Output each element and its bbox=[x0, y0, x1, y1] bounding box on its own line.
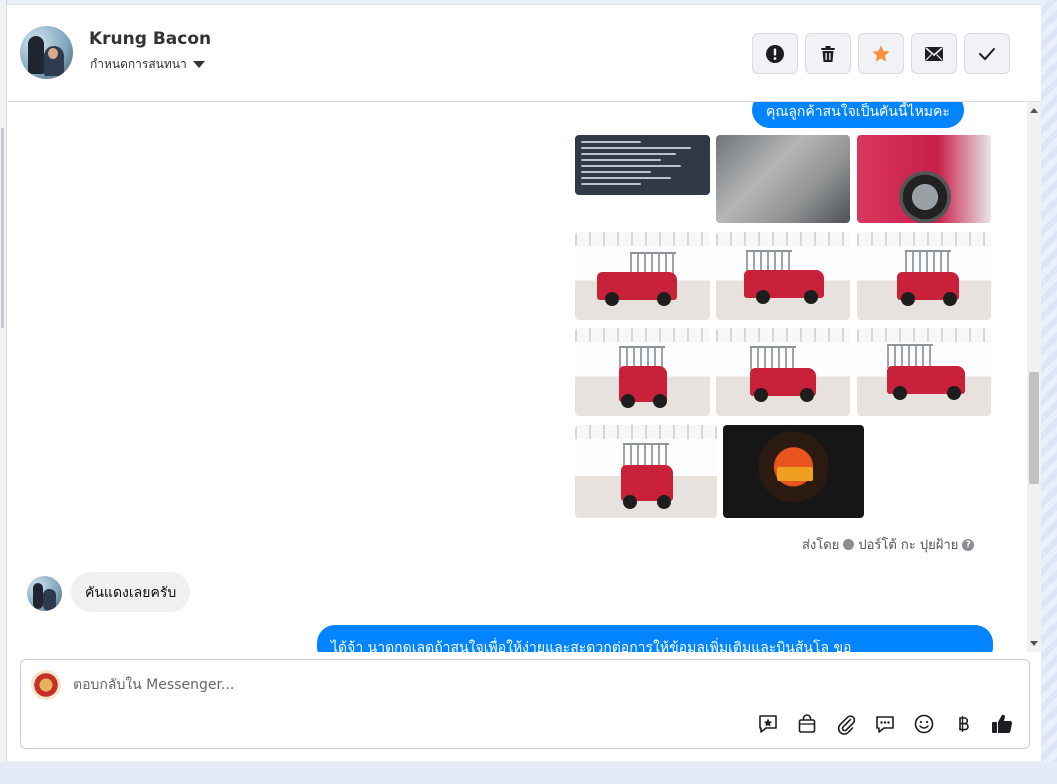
photo-truck-rear-angle[interactable] bbox=[857, 232, 991, 320]
emoji-button[interactable] bbox=[912, 712, 936, 736]
assign-conversation-dropdown[interactable]: กำหนดการสนทนา bbox=[90, 55, 205, 74]
outgoing-message[interactable]: ได้จ้า นาดกดเลดถ้าสนใจเพื่อให้ง่ายและสะด… bbox=[317, 625, 993, 652]
scroll-down-arrow-icon[interactable] bbox=[1030, 641, 1038, 646]
photo-truck-front-3q[interactable] bbox=[857, 328, 991, 416]
delete-button[interactable] bbox=[805, 33, 851, 74]
thread-scrollbar[interactable] bbox=[1027, 102, 1041, 652]
verified-icon bbox=[843, 539, 855, 550]
trash-icon bbox=[821, 45, 835, 62]
incoming-message[interactable]: คันแดงเลยครับ bbox=[71, 572, 191, 612]
shop-button[interactable] bbox=[795, 712, 819, 736]
mark-unread-button[interactable] bbox=[911, 33, 957, 74]
saved-reply-icon bbox=[759, 715, 777, 733]
exclamation-icon bbox=[766, 44, 784, 63]
contact-name[interactable]: Krung Bacon bbox=[89, 29, 211, 49]
like-button[interactable] bbox=[990, 712, 1014, 736]
emoji-icon bbox=[914, 714, 934, 734]
reply-composer bbox=[20, 659, 1030, 749]
sent-by-name[interactable]: ปอร์โต้ กะ ปุยฝ้าย bbox=[858, 534, 958, 555]
photo-truck-rear-3q[interactable] bbox=[716, 328, 850, 416]
saved-reply-button[interactable] bbox=[756, 712, 780, 736]
payment-button[interactable] bbox=[951, 712, 975, 736]
conversation-panel: Krung Bacon กำหนดการสนทนา คุณลูกค้าสนใจเ… bbox=[7, 4, 1041, 761]
star-button[interactable] bbox=[858, 33, 904, 74]
caret-down-icon bbox=[192, 61, 205, 68]
photo-wheel[interactable] bbox=[857, 135, 991, 223]
star-icon bbox=[872, 45, 890, 62]
sent-by-line: ส่งโดย ปอร์โต้ กะ ปุยฝ้าย ? bbox=[802, 534, 975, 555]
shop-bag-icon bbox=[798, 714, 816, 733]
sender-avatar[interactable] bbox=[27, 576, 62, 611]
background-pattern bbox=[1041, 0, 1057, 784]
photo-interior[interactable] bbox=[716, 135, 850, 223]
header-actions bbox=[752, 33, 1010, 74]
attachment-icon bbox=[837, 715, 856, 735]
help-icon[interactable]: ? bbox=[962, 538, 975, 551]
baht-icon bbox=[959, 716, 969, 732]
photo-odometer[interactable] bbox=[723, 425, 864, 518]
message-thread[interactable]: คุณลูกค้าสนใจเป็นคันนี้ไหมคะ ส่งโดย ปอร์… bbox=[7, 102, 1027, 652]
attach-button[interactable] bbox=[834, 712, 858, 736]
mark-done-button[interactable] bbox=[964, 33, 1010, 74]
page-avatar bbox=[31, 670, 61, 700]
photo-truck-rear[interactable] bbox=[575, 328, 710, 416]
left-window-edge bbox=[0, 0, 7, 784]
quick-replies-button[interactable] bbox=[873, 712, 897, 736]
scroll-up-arrow-icon[interactable] bbox=[1030, 108, 1038, 113]
checkmark-icon bbox=[979, 47, 995, 60]
scroll-thumb[interactable] bbox=[1029, 372, 1039, 484]
photo-truck-side-2[interactable] bbox=[716, 232, 850, 320]
photo-spec-sheet[interactable] bbox=[575, 135, 710, 195]
photo-truck-side[interactable] bbox=[575, 232, 710, 320]
envelope-icon bbox=[925, 46, 943, 61]
chat-bubble-icon bbox=[876, 716, 894, 733]
bottom-background bbox=[0, 762, 1057, 784]
composer-toolbar bbox=[756, 712, 1014, 736]
conversation-header: Krung Bacon กำหนดการสนทนา bbox=[7, 5, 1041, 102]
outgoing-message[interactable]: คุณลูกค้าสนใจเป็นคันนี้ไหมคะ bbox=[752, 102, 964, 128]
contact-avatar[interactable] bbox=[20, 26, 73, 79]
assign-conversation-label: กำหนดการสนทนา bbox=[90, 57, 187, 71]
mark-spam-button[interactable] bbox=[752, 33, 798, 74]
sent-by-prefix: ส่งโดย bbox=[802, 538, 840, 553]
thumbs-up-icon bbox=[992, 714, 1013, 734]
reply-input[interactable] bbox=[73, 674, 673, 696]
photo-truck-front[interactable] bbox=[575, 425, 717, 518]
